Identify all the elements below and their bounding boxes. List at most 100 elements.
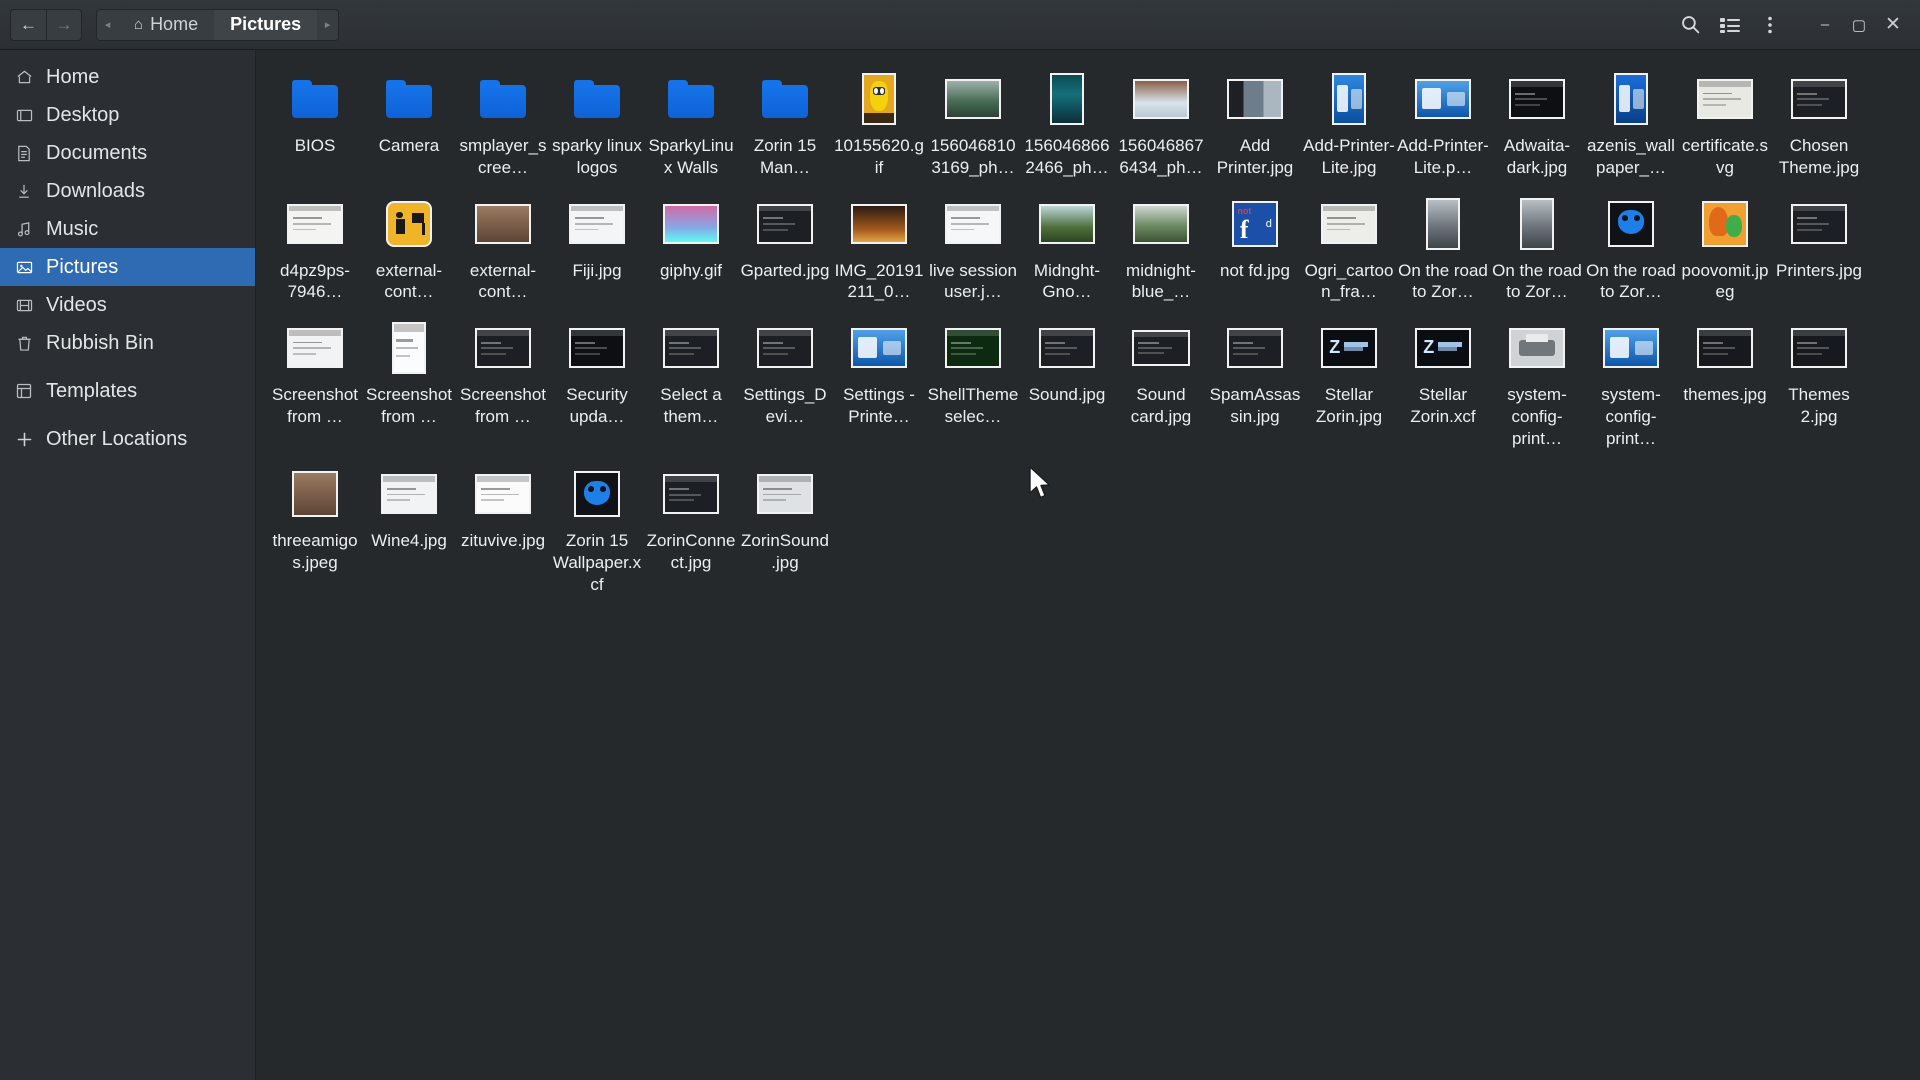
file-item[interactable]: threeamigos.jpeg [268,457,362,603]
sidebar-item-home[interactable]: Home [0,58,255,96]
file-item[interactable]: Screenshot from … [456,311,550,457]
file-thumbnail [862,68,896,130]
file-item[interactable]: Zorin 15 Man… [738,62,832,187]
file-item[interactable]: external-cont… [456,187,550,312]
file-item[interactable]: d4pz9ps-7946… [268,187,362,312]
file-item[interactable]: Printers.jpg [1772,187,1866,312]
file-item[interactable]: 10155620.gif [832,62,926,187]
file-item[interactable]: external-cont… [362,187,456,312]
file-item[interactable]: ShellTheme selec… [926,311,1020,457]
file-item[interactable]: 1560468662466_ph… [1020,62,1114,187]
file-item[interactable]: ZStellar Zorin.xcf [1396,311,1490,457]
file-item[interactable]: Select a them… [644,311,738,457]
file-item[interactable]: On the road to Zor… [1584,187,1678,312]
sidebar-item-documents[interactable]: Documents [0,134,255,172]
file-thumbnail [287,317,343,379]
forward-button[interactable]: → [46,9,82,41]
file-item[interactable]: Themes 2.jpg [1772,311,1866,457]
file-item[interactable]: sparky linux logos [550,62,644,187]
view-list-icon[interactable] [1710,7,1750,43]
sidebar-item-other-locations[interactable]: Other Locations [0,420,255,458]
file-item[interactable]: Security upda… [550,311,644,457]
sidebar-item-label: Downloads [46,180,145,203]
sidebar-item-label: Desktop [46,104,119,127]
file-item[interactable]: Add Printer.jpg [1208,62,1302,187]
file-item[interactable]: ZStellar Zorin.jpg [1302,311,1396,457]
file-item[interactable]: smplayer_scree… [456,62,550,187]
minimize-button[interactable]: – [1808,7,1842,43]
file-item[interactable]: system-config-print… [1490,311,1584,457]
menu-kebab-icon[interactable] [1750,7,1790,43]
file-item[interactable]: Screenshot from … [362,311,456,457]
file-item[interactable]: Camera [362,62,456,187]
file-item[interactable]: ZorinSound.jpg [738,457,832,603]
folder-icon [386,80,432,118]
maximize-button[interactable]: ▢ [1842,7,1876,43]
file-item[interactable]: SparkyLinux Walls [644,62,738,187]
file-item[interactable]: Settings - Printe… [832,311,926,457]
file-item[interactable]: 1560468103169_ph… [926,62,1020,187]
image-thumbnail-icon [386,201,432,247]
search-icon[interactable] [1670,7,1710,43]
file-name-label: sparky linux logos [551,135,643,179]
file-item[interactable]: ZorinConnect.jpg [644,457,738,603]
file-item[interactable]: BIOS [268,62,362,187]
file-item[interactable]: Sound.jpg [1020,311,1114,457]
file-item[interactable]: system-config-print… [1584,311,1678,457]
file-item[interactable]: Settings_Devi… [738,311,832,457]
sidebar-item-desktop[interactable]: Desktop [0,96,255,134]
sidebar-item-music[interactable]: Music [0,210,255,248]
file-thumbnail [757,193,813,255]
sidebar-item-rubbish-bin[interactable]: Rubbish Bin [0,324,255,362]
back-button[interactable]: ← [10,9,46,41]
file-item[interactable]: azenis_wallpaper_… [1584,62,1678,187]
pathbar-scroll-right[interactable]: ▸ [317,9,339,41]
sidebar-item-videos[interactable]: Videos [0,286,255,324]
file-item[interactable]: SpamAssassin.jpg [1208,311,1302,457]
file-item[interactable]: 1560468676434_ph… [1114,62,1208,187]
file-item[interactable]: Add-Printer-Lite.jpg [1302,62,1396,187]
file-item[interactable]: Gparted.jpg [738,187,832,312]
sidebar-item-pictures[interactable]: Pictures [0,248,255,286]
file-item[interactable]: Adwaita-dark.jpg [1490,62,1584,187]
file-item[interactable]: Wine4.jpg [362,457,456,603]
close-button[interactable]: ✕ [1876,7,1910,43]
file-item[interactable]: themes.jpg [1678,311,1772,457]
sidebar-item-templates[interactable]: Templates [0,372,255,410]
file-view[interactable]: BIOSCamerasmplayer_scree…sparky linux lo… [256,50,1920,1080]
file-item[interactable]: zituvive.jpg [456,457,550,603]
image-thumbnail-icon [569,328,625,368]
file-item[interactable]: Fiji.jpg [550,187,644,312]
file-item[interactable]: certificate.svg [1678,62,1772,187]
image-thumbnail-icon [1520,198,1554,250]
file-name-label: SpamAssassin.jpg [1209,384,1301,428]
file-item[interactable]: live session user.j… [926,187,1020,312]
file-item[interactable]: On the road to Zor… [1490,187,1584,312]
file-item[interactable]: On the road to Zor… [1396,187,1490,312]
image-thumbnail-icon [1039,328,1095,368]
image-thumbnail-icon [392,322,426,374]
file-item[interactable]: Screenshot from … [268,311,362,457]
file-name-label: ShellTheme selec… [927,384,1019,428]
file-item[interactable]: Zorin 15 Wallpaper.xcf [550,457,644,603]
image-thumbnail-icon [1697,79,1753,119]
file-item[interactable]: giphy.gif [644,187,738,312]
file-item[interactable]: Chosen Theme.jpg [1772,62,1866,187]
file-item[interactable]: Sound card.jpg [1114,311,1208,457]
image-thumbnail-icon: Z [1415,328,1471,368]
file-item[interactable]: midnight-blue_… [1114,187,1208,312]
file-name-label: On the road to Zor… [1397,260,1489,304]
file-item[interactable]: poovomit.jpeg [1678,187,1772,312]
file-item[interactable]: notfdnot fd.jpg [1208,187,1302,312]
home-icon: ⌂ [134,16,143,33]
sidebar-item-downloads[interactable]: Downloads [0,172,255,210]
file-item[interactable]: IMG_20191211_0… [832,187,926,312]
pathbar-scroll-left[interactable]: ◂ [96,9,118,41]
file-item[interactable]: Ogri_cartoon_fra… [1302,187,1396,312]
image-thumbnail-icon [475,328,531,368]
breadcrumb-item-pictures[interactable]: Pictures [214,9,317,41]
file-item[interactable]: Midnght-Gno… [1020,187,1114,312]
file-item[interactable]: Add-Printer-Lite.p… [1396,62,1490,187]
file-name-label: system-config-print… [1585,384,1677,449]
breadcrumb-item-home[interactable]: ⌂ Home [118,9,214,41]
